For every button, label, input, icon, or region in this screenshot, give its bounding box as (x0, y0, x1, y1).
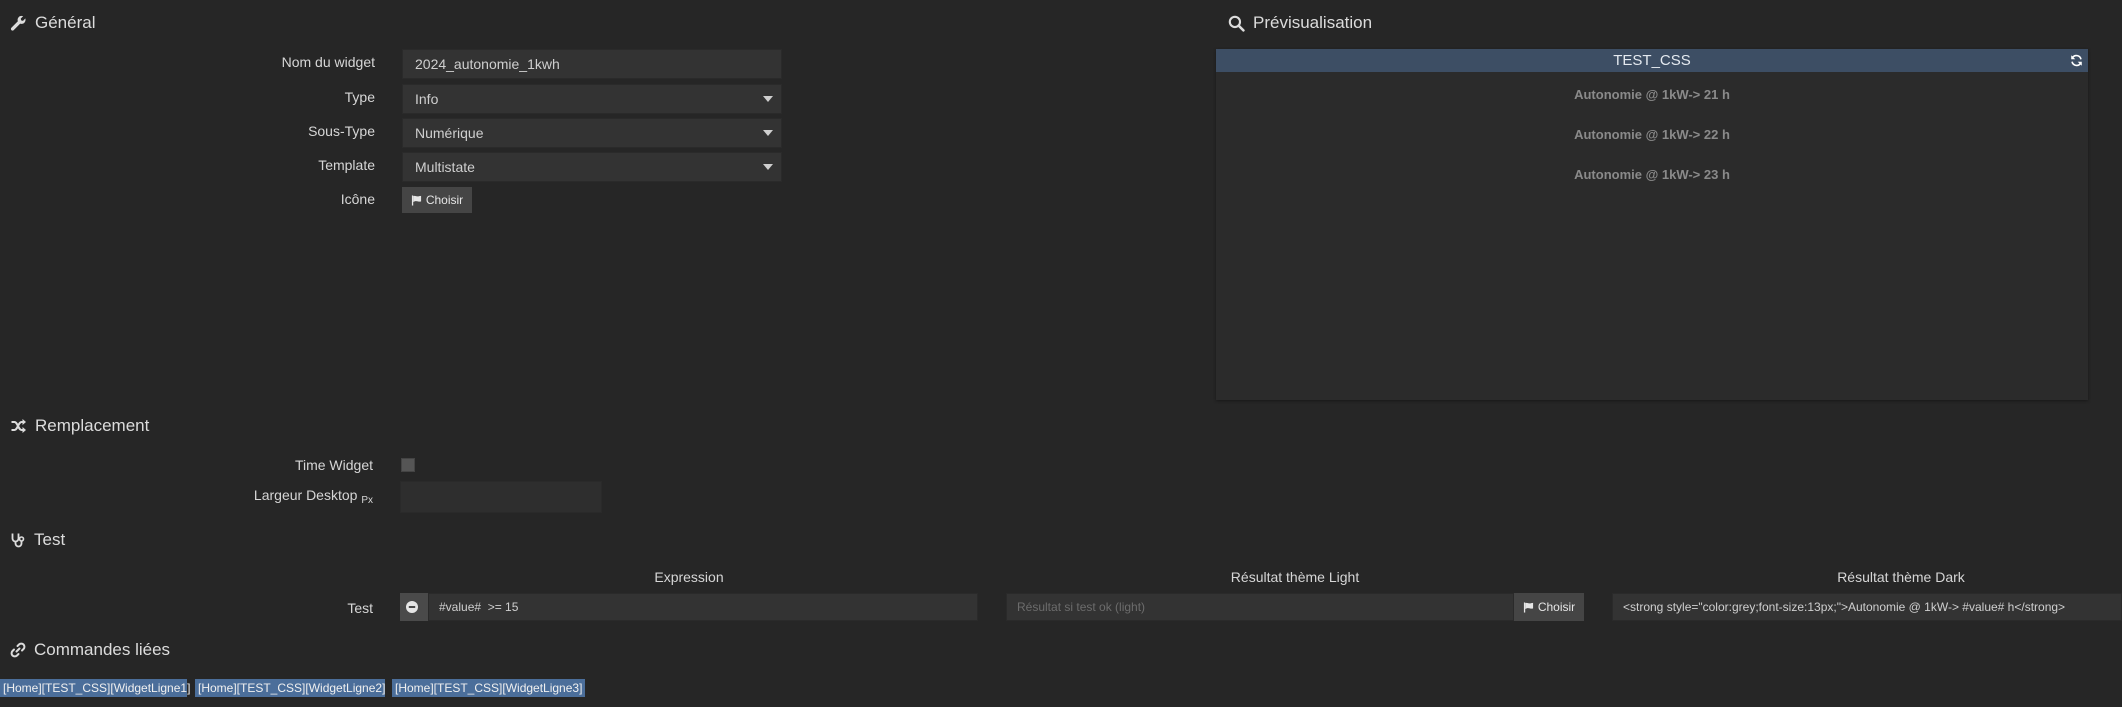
desktop-width-label: Largeur Desktop Px (180, 487, 373, 506)
linked-command-tag-3[interactable]: [Home][TEST_CSS][WidgetLigne3] (392, 679, 585, 697)
light-result-column-header: Résultat thème Light (1230, 569, 1360, 585)
subtype-label: Sous-Type (308, 123, 375, 139)
minus-circle-icon (406, 601, 418, 613)
template-select[interactable]: Multistate (402, 152, 782, 182)
preview-header: TEST_CSS (1216, 49, 2088, 72)
chevron-down-icon (763, 164, 773, 170)
replacement-title-text: Remplacement (35, 416, 150, 435)
widget-name-value: 2024_autonomie_1kwh (415, 56, 560, 72)
chevron-down-icon (763, 96, 773, 102)
widget-preview: TEST_CSS Autonomie @ 1kW-> 21 h Autonomi… (1216, 49, 2088, 400)
shuffle-icon (11, 419, 26, 433)
preview-line-1: Autonomie @ 1kW-> 21 h (1574, 87, 1730, 102)
general-title-text: Général (35, 13, 96, 32)
remove-test-button[interactable] (400, 593, 428, 621)
light-choose-button[interactable]: Choisir (1514, 593, 1584, 621)
widget-name-input[interactable]: 2024_autonomie_1kwh (402, 49, 782, 79)
stethoscope-icon (11, 533, 25, 547)
linked-command-tag-2[interactable]: [Home][TEST_CSS][WidgetLigne2] (195, 679, 385, 697)
type-select[interactable]: Info (402, 84, 782, 114)
desktop-width-unit: Px (361, 495, 373, 506)
light-choose-button-label: Choisir (1537, 600, 1576, 614)
dark-result-input[interactable]: <strong style="color:grey;font-size:13px… (1612, 593, 2122, 621)
widget-name-label: Nom du widget (281, 54, 375, 70)
linked-title-text: Commandes liées (34, 640, 171, 659)
preview-title-text: Prévisualisation (1253, 13, 1373, 32)
dark-result-value: <strong style="color:grey;font-size:13px… (1623, 600, 2066, 614)
desktop-width-input[interactable] (400, 481, 602, 513)
desktop-width-label-text: Largeur Desktop (253, 487, 358, 503)
choose-icon-button[interactable]: Choisir (402, 187, 472, 213)
subtype-value: Numérique (415, 125, 484, 141)
test-title-text: Test (34, 530, 66, 549)
expression-input[interactable]: #value# >= 15 (428, 593, 978, 621)
type-value: Info (415, 91, 439, 107)
refresh-icon[interactable] (2070, 54, 2083, 67)
expression-column-header: Expression (654, 569, 724, 585)
type-label: Type (344, 89, 375, 105)
wrench-icon (10, 15, 26, 31)
search-icon (1228, 15, 1245, 32)
flag-icon (1523, 601, 1533, 613)
dark-result-column-header: Résultat thème Dark (1837, 569, 1965, 585)
general-section-title: Général (10, 13, 95, 33)
time-widget-label: Time Widget (294, 457, 373, 473)
flag-icon (411, 194, 421, 206)
subtype-select[interactable]: Numérique (402, 118, 782, 148)
preview-widget-name: TEST_CSS (1613, 52, 1691, 69)
linked-command-tag-1[interactable]: [Home][TEST_CSS][WidgetLigne1] (0, 679, 190, 697)
preview-section-title: Prévisualisation (1228, 13, 1372, 33)
icon-label: Icône (340, 191, 375, 207)
link-icon (10, 642, 26, 658)
choose-icon-button-label: Choisir (425, 193, 464, 207)
template-label: Template (318, 157, 375, 173)
expression-value: #value# >= 15 (439, 600, 519, 614)
preview-line-2: Autonomie @ 1kW-> 22 h (1574, 127, 1730, 142)
preview-line-3: Autonomie @ 1kW-> 23 h (1574, 167, 1730, 182)
linked-section-title: Commandes liées (10, 640, 170, 660)
light-result-placeholder: Résultat si test ok (light) (1017, 600, 1146, 614)
replacement-section-title: Remplacement (10, 416, 149, 436)
test-row-label: Test (347, 600, 373, 616)
light-result-input[interactable]: Résultat si test ok (light) (1006, 593, 1514, 621)
template-value: Multistate (415, 159, 475, 175)
test-section-title: Test (10, 530, 65, 550)
chevron-down-icon (763, 130, 773, 136)
time-widget-checkbox[interactable] (401, 458, 415, 472)
